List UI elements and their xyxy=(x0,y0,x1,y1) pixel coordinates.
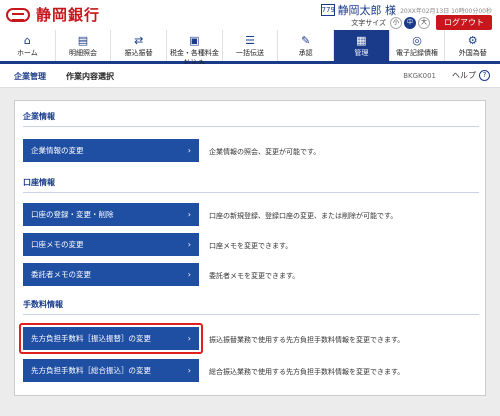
user-badge: 779 xyxy=(320,4,335,16)
button-label: 委託者メモの変更 xyxy=(31,270,91,279)
menu-description: 委託者メモを変更できます。 xyxy=(209,272,300,280)
company-info-change-button[interactable]: 企業情報の変更 › xyxy=(23,139,199,162)
button-label: 口座メモの変更 xyxy=(31,240,84,249)
bank-logo[interactable]: 静岡銀行 xyxy=(6,4,100,25)
menu-description: 企業情報の照会、変更が可能です。 xyxy=(209,148,321,156)
chevron-right-icon: › xyxy=(187,334,191,343)
task-menu-panel: 企業情報 企業情報の変更 › 企業情報の照会、変更が可能です。 口座情報 口座の登… xyxy=(14,100,486,396)
nav-label: 一括伝送 xyxy=(236,49,265,57)
last-login: 20XX年02月13日 10時00分00秒 xyxy=(400,7,492,15)
nav-label: 外国為替 xyxy=(458,49,487,57)
section-heading-account: 口座情報 xyxy=(23,177,479,193)
nav-label: 振込振替 xyxy=(124,49,153,57)
nav-label: 承認 xyxy=(298,49,313,57)
nav-item-home[interactable]: ⌂ ホーム xyxy=(0,30,55,61)
breadcrumb: 企業管理 xyxy=(14,72,46,81)
title-bar: 企業管理 作業内容選択 BKGK001 ヘルプ? xyxy=(0,64,500,88)
bank-name: 静岡銀行 xyxy=(36,6,101,24)
chevron-right-icon: › xyxy=(187,366,191,375)
menu-description: 振込振替業務で使用する先方負担手数料情報を変更できます。 xyxy=(209,336,405,344)
nav-item-statement[interactable]: ▤ 明細照会 xyxy=(54,30,111,61)
button-label: 先方負担手数料［総合振込］の変更 xyxy=(31,366,151,375)
nav-label: 電子記録債権 xyxy=(396,49,439,57)
home-icon: ⌂ xyxy=(23,34,31,47)
nav-item-transfer[interactable]: ⇄ 振込振替 xyxy=(110,30,166,61)
button-label: 先方負担手数料［振込振替］の変更 xyxy=(31,334,151,343)
help-link[interactable]: ヘルプ? xyxy=(452,70,490,81)
chevron-right-icon: › xyxy=(187,210,191,219)
menu-description: 口座メモを変更できます。 xyxy=(209,242,293,250)
global-nav: ⌂ ホーム ▤ 明細照会 ⇄ 振込振替 ▣ 税金・各種料金払込み ☰ 一括伝送 ✎ 承認 ▦… xyxy=(0,30,500,67)
tax-icon: ▣ xyxy=(189,34,200,47)
admin-icon: ▦ xyxy=(356,34,367,47)
bulk-icon: ☰ xyxy=(245,34,255,47)
account-register-button[interactable]: 口座の登録・変更・削除 › xyxy=(23,203,199,226)
text-size-medium-button[interactable]: 中 xyxy=(404,16,416,29)
button-label: 企業情報の変更 xyxy=(31,146,84,155)
menu-description: 口座の新規登録、登録口座の変更、または削除が可能です。 xyxy=(209,212,398,220)
bulk-transfer-fee-change-button[interactable]: 先方負担手数料［総合振込］の変更 › xyxy=(23,359,199,382)
transfer-fee-change-button[interactable]: 先方負担手数料［振込振替］の変更 › xyxy=(23,327,199,350)
header: 静岡銀行 779 静岡太郎 様 20XX年02月13日 10時00分00秒 文字… xyxy=(0,0,500,30)
bank-logo-icon xyxy=(6,7,30,22)
nav-label: 明細照会 xyxy=(69,49,97,57)
erecord-icon: ◎ xyxy=(412,34,422,47)
chevron-right-icon: › xyxy=(187,146,191,155)
forex-icon: ⚙ xyxy=(467,34,478,47)
chevron-right-icon: › xyxy=(187,240,191,249)
approval-icon: ✎ xyxy=(301,34,311,47)
nav-item-bulk[interactable]: ☰ 一括伝送 xyxy=(221,30,278,61)
nav-item-admin[interactable]: ▦ 管理 xyxy=(333,30,389,61)
statement-icon: ▤ xyxy=(77,34,89,47)
consignor-memo-change-button[interactable]: 委託者メモの変更 › xyxy=(23,263,199,286)
section-heading-company: 企業情報 xyxy=(23,111,479,127)
chevron-right-icon: › xyxy=(187,270,191,279)
text-size-control: 文字サイズ 小 中 大 ログアウト xyxy=(351,15,492,30)
nav-item-tax[interactable]: ▣ 税金・各種料金払込み xyxy=(166,30,222,67)
logout-button[interactable]: ログアウト xyxy=(436,15,492,30)
screen-id: BKGK001 xyxy=(403,72,436,80)
nav-label: ホーム xyxy=(16,49,38,57)
nav-item-erecord[interactable]: ◎ 電子記録債権 xyxy=(388,30,445,61)
nav-item-forex[interactable]: ⚙ 外国為替 xyxy=(444,30,500,61)
nav-item-approval[interactable]: ✎ 承認 xyxy=(277,30,333,61)
help-icon: ? xyxy=(479,70,490,81)
button-label: 口座の登録・変更・削除 xyxy=(31,210,114,219)
account-memo-change-button[interactable]: 口座メモの変更 › xyxy=(23,233,199,256)
section-heading-fee: 手数料情報 xyxy=(23,299,479,315)
page-title: 作業内容選択 xyxy=(66,72,114,81)
menu-description: 総合振込業務で使用する先方負担手数料情報を変更できます。 xyxy=(209,368,405,376)
text-size-label: 文字サイズ xyxy=(351,18,386,27)
transfer-icon: ⇄ xyxy=(134,34,144,47)
help-label: ヘルプ xyxy=(452,71,476,80)
text-size-small-button[interactable]: 小 xyxy=(390,16,402,29)
text-size-large-button[interactable]: 大 xyxy=(418,16,430,29)
nav-label: 管理 xyxy=(354,49,369,57)
